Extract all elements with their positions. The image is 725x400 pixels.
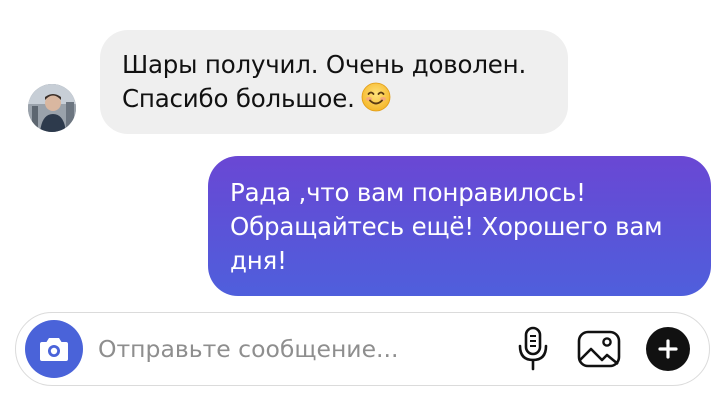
incoming-message-line: Спасибо большое. [122, 82, 546, 116]
microphone-icon [518, 326, 548, 371]
chat-screen: Шары получил. Очень доволен. Спасибо бол… [0, 0, 725, 400]
sender-avatar[interactable] [28, 84, 76, 132]
outgoing-message-line: дня! [230, 246, 287, 275]
outgoing-message-line: Обращайтесь ещё! Хорошего вам [230, 212, 663, 241]
avatar-photo-icon [28, 84, 76, 132]
microphone-button[interactable] [516, 326, 550, 372]
outgoing-message-bubble[interactable]: Рада ,что вам понравилось! Обращайтесь е… [208, 156, 711, 296]
camera-button[interactable] [25, 320, 83, 378]
outgoing-message-line: Рада ,что вам понравилось! [230, 178, 586, 207]
message-composer [15, 312, 710, 386]
message-input[interactable] [98, 329, 498, 369]
gallery-button[interactable] [576, 329, 622, 369]
plus-icon [658, 339, 678, 359]
incoming-message-line: Шары получил. Очень доволен. [122, 50, 527, 79]
incoming-message-text: Спасибо большое. [122, 84, 355, 113]
camera-icon [40, 338, 68, 361]
smiling-face-emoji-icon [361, 82, 391, 112]
image-gallery-icon [577, 330, 621, 368]
add-attachment-button[interactable] [646, 327, 690, 371]
incoming-message-bubble[interactable]: Шары получил. Очень доволен. Спасибо бол… [100, 30, 568, 134]
